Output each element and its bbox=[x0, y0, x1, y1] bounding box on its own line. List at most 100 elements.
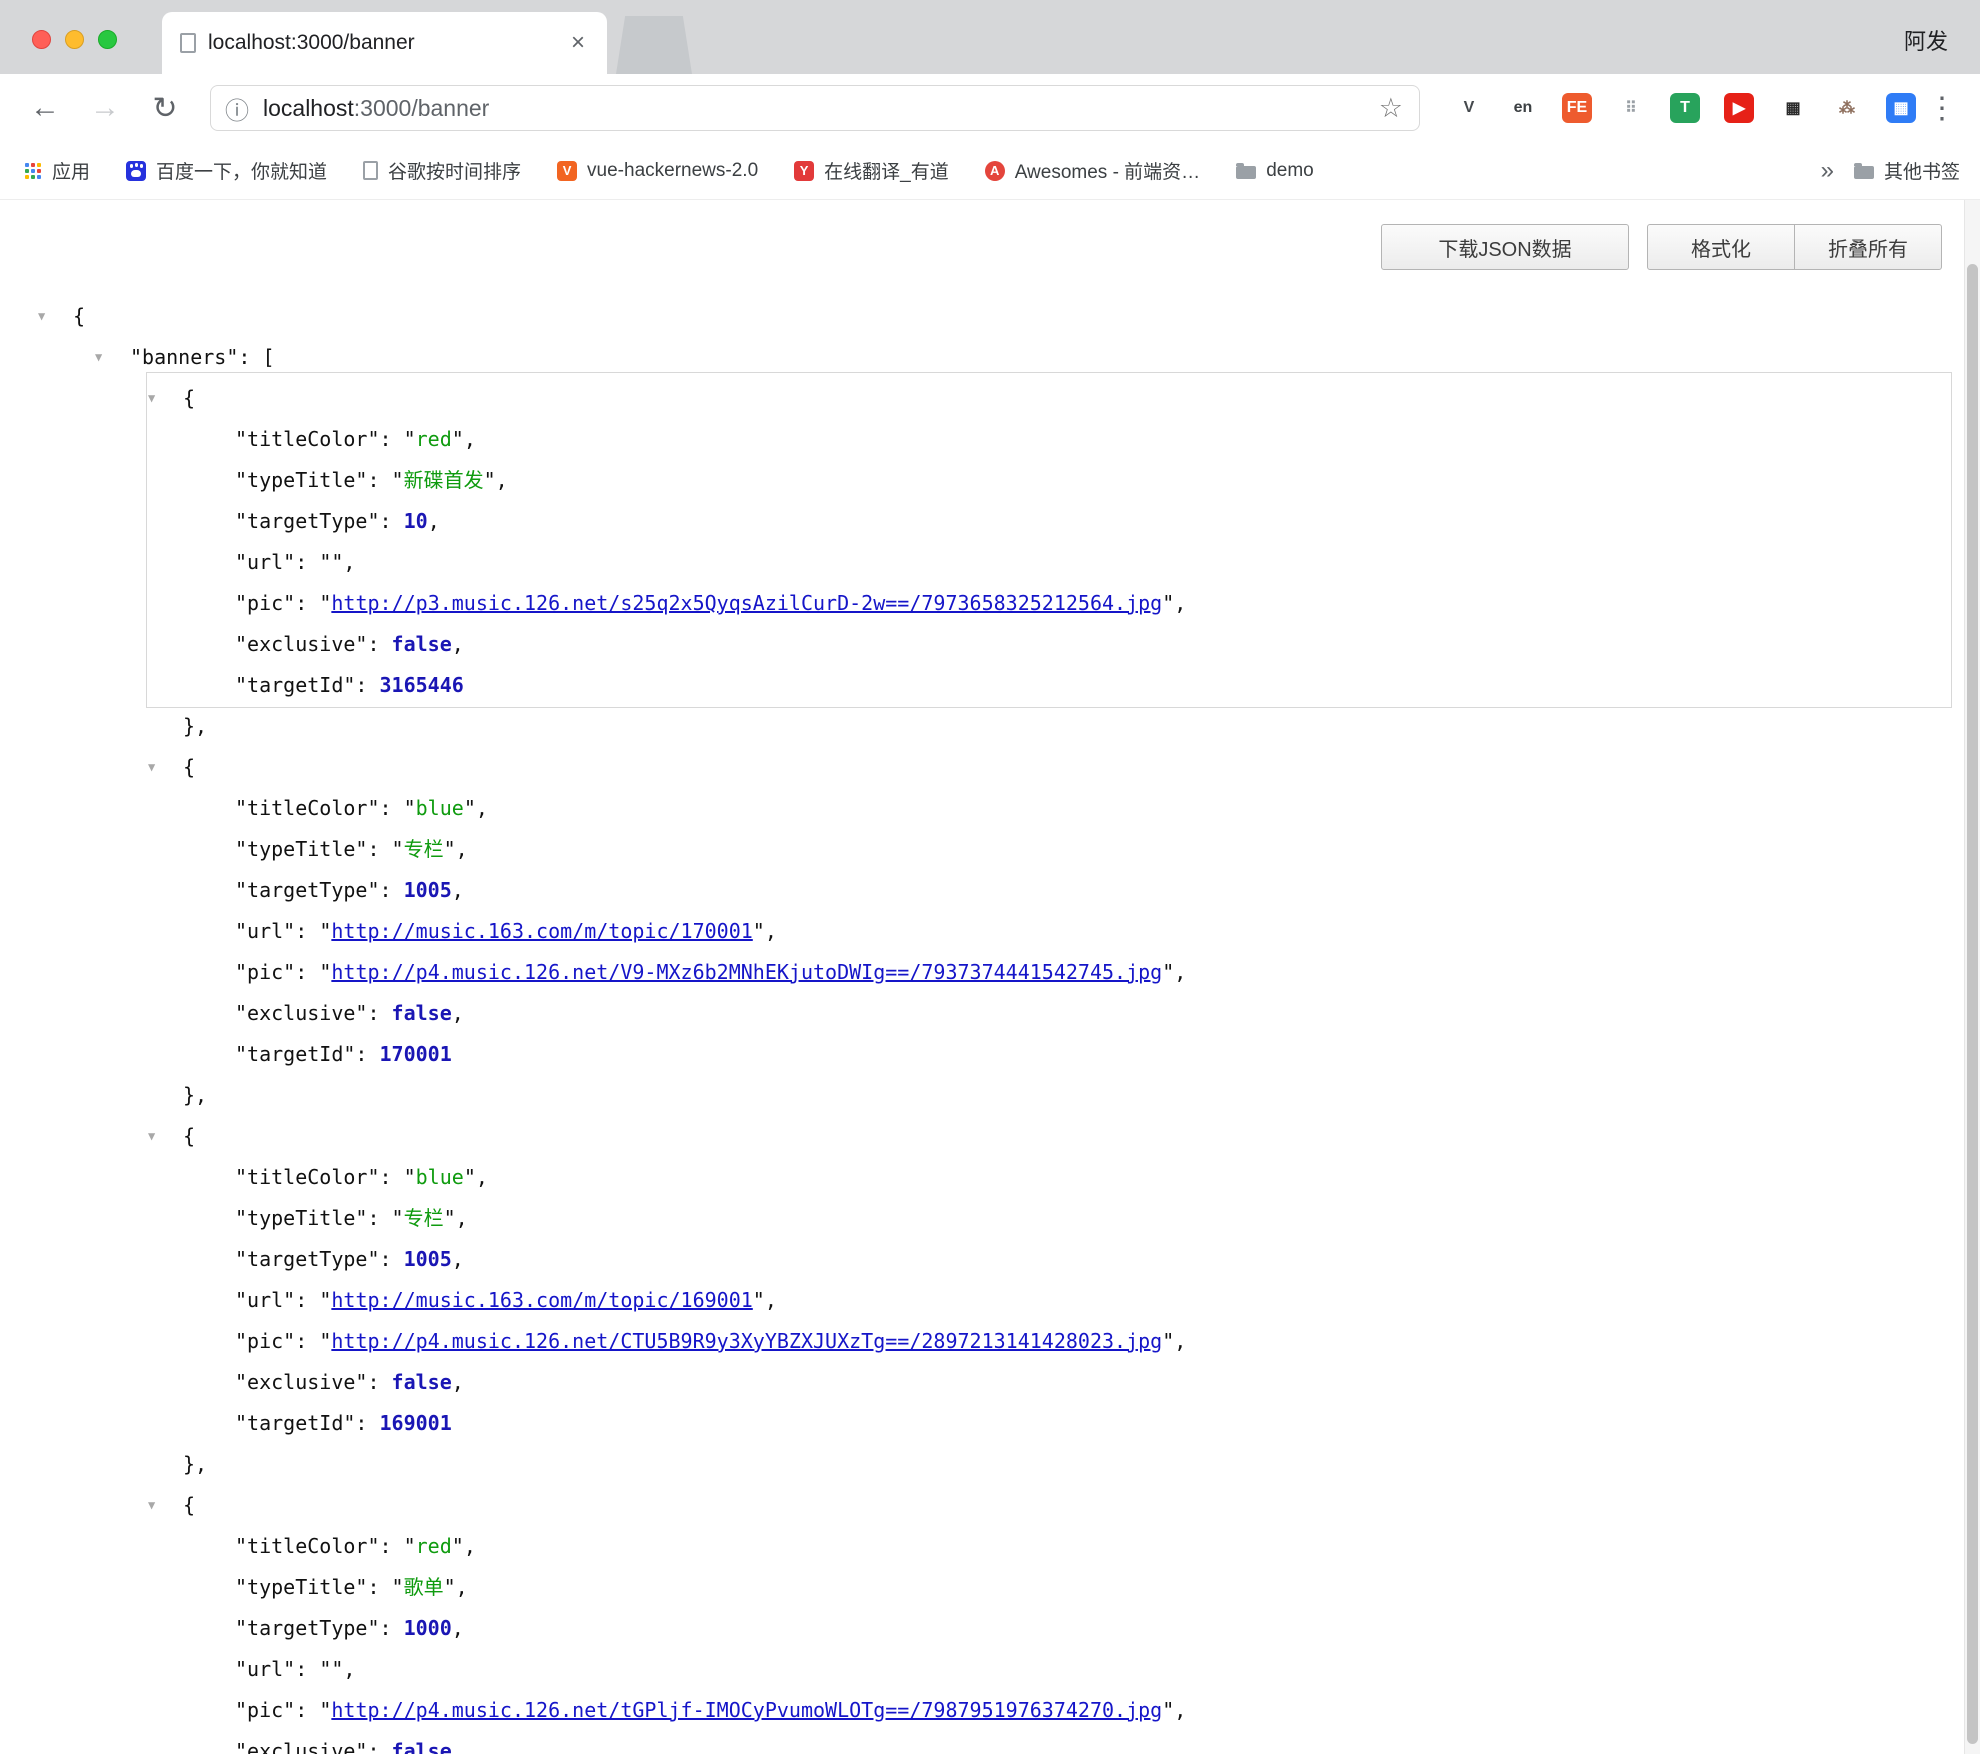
collapse-toggle-icon[interactable]: ▼ bbox=[148, 1485, 155, 1526]
object-open: ▼{ bbox=[0, 1485, 1980, 1526]
banner-object: ▼{"titleColor": "red","typeTitle": "新碟首发… bbox=[0, 378, 1980, 706]
json-token: " bbox=[444, 837, 456, 861]
translate-icon[interactable]: en bbox=[1508, 93, 1538, 123]
org-chart-icon[interactable]: ⠿ bbox=[1616, 93, 1646, 123]
forward-button[interactable]: → bbox=[82, 85, 128, 131]
json-token: " bbox=[404, 1534, 416, 1558]
tab-close-icon[interactable]: × bbox=[567, 29, 589, 57]
pic-link[interactable]: http://p3.music.126.net/s25q2x5QyqsAzilC… bbox=[331, 591, 1162, 615]
collapse-all-button[interactable]: 折叠所有 bbox=[1794, 224, 1942, 270]
json-token: "typeTitle" bbox=[235, 468, 367, 492]
bookmarks-right: » 其他书签 bbox=[1821, 157, 1960, 185]
pic-link[interactable]: http://p4.music.126.net/CTU5B9R9y3XyYBZX… bbox=[331, 1329, 1162, 1353]
json-token: , bbox=[343, 550, 355, 574]
json-token: " bbox=[392, 1575, 404, 1599]
baidu-paw-icon bbox=[126, 161, 146, 181]
zoom-window-button[interactable] bbox=[98, 30, 117, 49]
field-url: "url": "http://music.163.com/m/topic/169… bbox=[0, 1280, 1980, 1321]
bookmarks-overflow-icon[interactable]: » bbox=[1821, 157, 1834, 185]
folder-icon bbox=[1236, 166, 1256, 179]
number-value: 170001 bbox=[380, 1042, 452, 1066]
json-token: " bbox=[319, 591, 331, 615]
format-button[interactable]: 格式化 bbox=[1647, 224, 1795, 270]
bookmark-item[interactable]: AAwesomes - 前端资… bbox=[985, 157, 1200, 184]
json-token: : bbox=[367, 1575, 391, 1599]
json-token: , bbox=[452, 1739, 464, 1754]
url-bar[interactable]: ⓘ localhost:3000/banner ☆ bbox=[210, 85, 1420, 131]
json-token: , bbox=[428, 509, 440, 533]
bookmark-item[interactable]: Vvue-hackernews-2.0 bbox=[557, 160, 758, 182]
json-token: , bbox=[1174, 1329, 1186, 1353]
apps-grid-icon bbox=[24, 162, 42, 180]
collapse-toggle-icon[interactable]: ▼ bbox=[148, 747, 155, 788]
collapse-toggle-icon[interactable]: ▼ bbox=[148, 378, 155, 419]
reload-button[interactable]: ↻ bbox=[142, 85, 188, 131]
boolean-value: false bbox=[392, 632, 452, 656]
string-value: 歌单 bbox=[404, 1575, 444, 1599]
page-info-icon[interactable]: ⓘ bbox=[225, 91, 249, 126]
v-logo-icon[interactable]: V bbox=[1454, 93, 1484, 123]
string-value: 专栏 bbox=[404, 837, 444, 861]
url-link[interactable]: http://music.163.com/m/topic/169001 bbox=[331, 1288, 752, 1312]
url-link[interactable]: http://music.163.com/m/topic/170001 bbox=[331, 919, 752, 943]
bookmark-item[interactable]: 谷歌按时间排序 bbox=[363, 157, 521, 184]
field-typeTitle: "typeTitle": "歌单", bbox=[0, 1567, 1980, 1608]
json-token: : bbox=[295, 1288, 319, 1312]
json-token: : bbox=[355, 673, 379, 697]
json-token: : [ bbox=[238, 345, 274, 369]
paw-icon[interactable]: ⁂ bbox=[1832, 93, 1862, 123]
fe-icon[interactable]: FE bbox=[1562, 93, 1592, 123]
json-token: : bbox=[295, 1657, 319, 1681]
json-token: : bbox=[355, 1411, 379, 1435]
bookmark-star-icon[interactable]: ☆ bbox=[1379, 93, 1403, 124]
number-value: 3165446 bbox=[380, 673, 464, 697]
back-button[interactable]: ← bbox=[22, 85, 68, 131]
scrollbar-thumb[interactable] bbox=[1967, 264, 1978, 1744]
qr-code-icon[interactable]: ▦ bbox=[1778, 93, 1808, 123]
json-token: "exclusive" bbox=[235, 1739, 367, 1754]
field-targetId: "targetId": 169001 bbox=[0, 1403, 1980, 1444]
boolean-value: false bbox=[392, 1370, 452, 1394]
string-value: 专栏 bbox=[404, 1206, 444, 1230]
collapse-toggle-icon[interactable]: ▼ bbox=[95, 337, 102, 378]
grid-shield-icon[interactable]: ▦ bbox=[1886, 93, 1916, 123]
bookmark-item[interactable]: demo bbox=[1236, 160, 1314, 182]
json-token: , bbox=[456, 837, 468, 861]
json-token: { bbox=[183, 1124, 195, 1148]
bookmark-item[interactable]: 百度一下，你就知道 bbox=[126, 157, 327, 184]
boolean-value: false bbox=[392, 1001, 452, 1025]
download-json-button[interactable]: 下载JSON数据 bbox=[1381, 224, 1629, 270]
field-exclusive: "exclusive": false, bbox=[0, 624, 1980, 665]
close-window-button[interactable] bbox=[32, 30, 51, 49]
object-open: ▼{ bbox=[0, 378, 1980, 419]
bookmark-label: demo bbox=[1266, 160, 1314, 182]
json-token: " bbox=[444, 1206, 456, 1230]
json-token: " bbox=[404, 427, 416, 451]
json-token: "titleColor" bbox=[235, 1534, 380, 1558]
json-banners-open: ▼"banners": [ bbox=[0, 337, 1980, 378]
minimize-window-button[interactable] bbox=[65, 30, 84, 49]
json-token: " bbox=[1162, 1329, 1174, 1353]
pic-link[interactable]: http://p4.music.126.net/tGPljf-IMOCyPvum… bbox=[331, 1698, 1162, 1722]
other-bookmarks[interactable]: 其他书签 bbox=[1854, 157, 1960, 184]
browser-menu-button[interactable]: ⋮ bbox=[1922, 91, 1962, 126]
pic-link[interactable]: http://p4.music.126.net/V9-MXz6b2MNhEKju… bbox=[331, 960, 1162, 984]
json-token: " bbox=[392, 468, 404, 492]
json-token: " bbox=[319, 1657, 331, 1681]
youtube-icon[interactable]: ▶ bbox=[1724, 93, 1754, 123]
new-tab-button[interactable] bbox=[616, 16, 692, 74]
json-token: : bbox=[295, 960, 319, 984]
json-token: : bbox=[355, 1042, 379, 1066]
shield-icon[interactable]: T bbox=[1670, 93, 1700, 123]
scrollbar[interactable] bbox=[1964, 200, 1980, 1754]
browser-tab[interactable]: localhost:3000/banner × bbox=[162, 12, 607, 74]
bookmark-item[interactable]: 应用 bbox=[24, 157, 90, 184]
navigation-bar: ← → ↻ ⓘ localhost:3000/banner ☆ Ven FE ⠿ T ▶… bbox=[0, 74, 1980, 142]
json-token: , bbox=[452, 632, 464, 656]
collapse-toggle-icon[interactable]: ▼ bbox=[148, 1116, 155, 1157]
json-token: " bbox=[404, 1165, 416, 1189]
json-token: " bbox=[452, 1534, 464, 1558]
json-token: { bbox=[73, 304, 85, 328]
bookmark-item[interactable]: Y在线翻译_有道 bbox=[794, 157, 949, 184]
collapse-toggle-icon[interactable]: ▼ bbox=[38, 296, 45, 337]
